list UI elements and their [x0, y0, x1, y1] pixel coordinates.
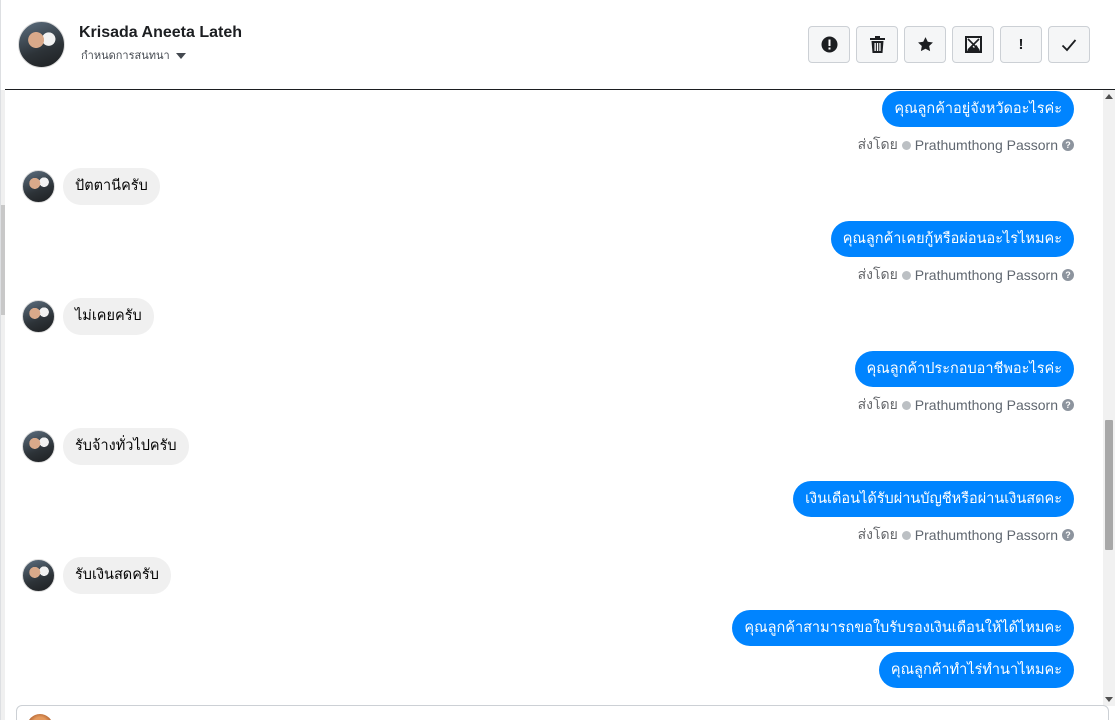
message-thread-scrollbar[interactable] — [1103, 90, 1115, 706]
incoming-message-bubble[interactable]: ไม่เคยครับ — [63, 298, 154, 335]
mark-unread-button[interactable]: ! — [1000, 26, 1042, 63]
help-icon[interactable]: ? — [1062, 399, 1074, 411]
agent-status-icon — [901, 270, 911, 280]
star-icon — [917, 37, 933, 52]
incoming-message: ปัตตานีครับ — [22, 168, 160, 205]
help-icon[interactable]: ? — [1062, 529, 1074, 541]
agent-status-icon — [901, 140, 911, 150]
scroll-thumb[interactable] — [1105, 420, 1113, 550]
sent-by-line: ส่งโดย Prathumthong Passorn ? — [858, 264, 1074, 286]
scroll-up-arrow-icon[interactable] — [1105, 94, 1113, 99]
mark-done-button[interactable] — [1048, 26, 1090, 63]
archive-media-button[interactable] — [952, 26, 994, 63]
outgoing-message-bubble[interactable]: คุณลูกค้าสามารถขอใบรับรองเงินเดือนให้ได้… — [732, 610, 1074, 646]
assign-conversation-dropdown[interactable]: กำหนดการสนทนา — [81, 46, 186, 64]
outgoing-message-bubble[interactable]: คุณลูกค้าอยู่จังหวัดอะไรค่ะ — [882, 91, 1074, 127]
agent-status-icon — [901, 530, 911, 540]
outgoing-message: คุณลูกค้าสามารถขอใบรับรองเงินเดือนให้ได้… — [732, 610, 1074, 646]
sent-by-line: ส่งโดย Prathumthong Passorn ? — [858, 394, 1074, 416]
incoming-message-bubble[interactable]: รับเงินสดครับ — [63, 557, 171, 594]
message-thread[interactable]: คุณลูกค้าอยู่จังหวัดอะไรค่ะ ส่งโดย Prath… — [5, 90, 1104, 706]
incoming-message-bubble[interactable]: รับจ้างทั่วไปครับ — [63, 428, 189, 465]
image-remove-icon — [964, 36, 982, 53]
inbox-conversation-view: Krisada Aneeta Lateh กำหนดการสนทนา ! คุณ… — [0, 0, 1115, 720]
incoming-message-bubble[interactable]: ปัตตานีครับ — [63, 168, 160, 205]
exclamation-icon: ! — [1018, 36, 1024, 53]
conversation-toolbar: ! — [808, 26, 1090, 63]
incoming-message: รับจ้างทั่วไปครับ — [22, 428, 189, 465]
sent-by-label: ส่งโดย — [857, 396, 898, 412]
sent-by-label: ส่งโดย — [857, 266, 898, 282]
agent-name[interactable]: Prathumthong Passorn — [915, 137, 1058, 153]
outgoing-message: คุณลูกค้าเคยกู้หรือผ่อนอะไรไหมคะ — [830, 221, 1074, 257]
agent-name[interactable]: Prathumthong Passorn — [915, 527, 1058, 543]
sender-avatar[interactable] — [22, 300, 55, 333]
delete-button[interactable] — [856, 26, 898, 63]
reply-composer[interactable] — [16, 705, 1109, 720]
sent-by-label: ส่งโดย — [857, 136, 898, 152]
caret-down-icon — [175, 52, 186, 59]
sent-by-label: ส่งโดย — [857, 526, 898, 542]
outgoing-message: เงินเดือนได้รับผ่านบัญชีหรือผ่านเงินสดคะ — [793, 481, 1074, 517]
check-icon — [1061, 38, 1077, 51]
incoming-message: รับเงินสดครับ — [22, 557, 171, 594]
outgoing-message: คุณลูกค้าทำไร่ทำนาไหมคะ — [878, 652, 1074, 688]
contact-avatar[interactable] — [18, 21, 65, 68]
outgoing-message-bubble[interactable]: คุณลูกค้าทำไร่ทำนาไหมคะ — [878, 652, 1074, 688]
sent-by-line: ส่งโดย Prathumthong Passorn ? — [858, 134, 1074, 156]
agent-name[interactable]: Prathumthong Passorn — [915, 267, 1058, 283]
contact-name[interactable]: Krisada Aneeta Lateh — [79, 24, 242, 42]
help-icon[interactable]: ? — [1062, 139, 1074, 151]
star-button[interactable] — [904, 26, 946, 63]
outgoing-message-bubble[interactable]: คุณลูกค้าประกอบอาชีพอะไรค่ะ — [854, 351, 1074, 387]
incoming-message: ไม่เคยครับ — [22, 298, 154, 335]
conversation-header: Krisada Aneeta Lateh กำหนดการสนทนา ! — [5, 0, 1115, 90]
help-icon[interactable]: ? — [1062, 269, 1074, 281]
sender-avatar[interactable] — [22, 170, 55, 203]
outgoing-message-bubble[interactable]: เงินเดือนได้รับผ่านบัญชีหรือผ่านเงินสดคะ — [793, 481, 1074, 517]
outgoing-message-bubble[interactable]: คุณลูกค้าเคยกู้หรือผ่อนอะไรไหมคะ — [830, 221, 1074, 257]
scroll-down-arrow-icon[interactable] — [1105, 697, 1113, 702]
sent-by-line: ส่งโดย Prathumthong Passorn ? — [858, 524, 1074, 546]
page-avatar — [27, 714, 53, 720]
sender-avatar[interactable] — [22, 559, 55, 592]
outgoing-message: คุณลูกค้าอยู่จังหวัดอะไรค่ะ — [882, 91, 1074, 127]
agent-name[interactable]: Prathumthong Passorn — [915, 397, 1058, 413]
mark-spam-button[interactable] — [808, 26, 850, 63]
alert-circle-icon — [821, 36, 837, 53]
agent-status-icon — [901, 400, 911, 410]
trash-icon — [869, 36, 885, 53]
outgoing-message: คุณลูกค้าประกอบอาชีพอะไรค่ะ — [854, 351, 1074, 387]
assign-conversation-label: กำหนดการสนทนา — [81, 50, 170, 62]
sender-avatar[interactable] — [22, 430, 55, 463]
